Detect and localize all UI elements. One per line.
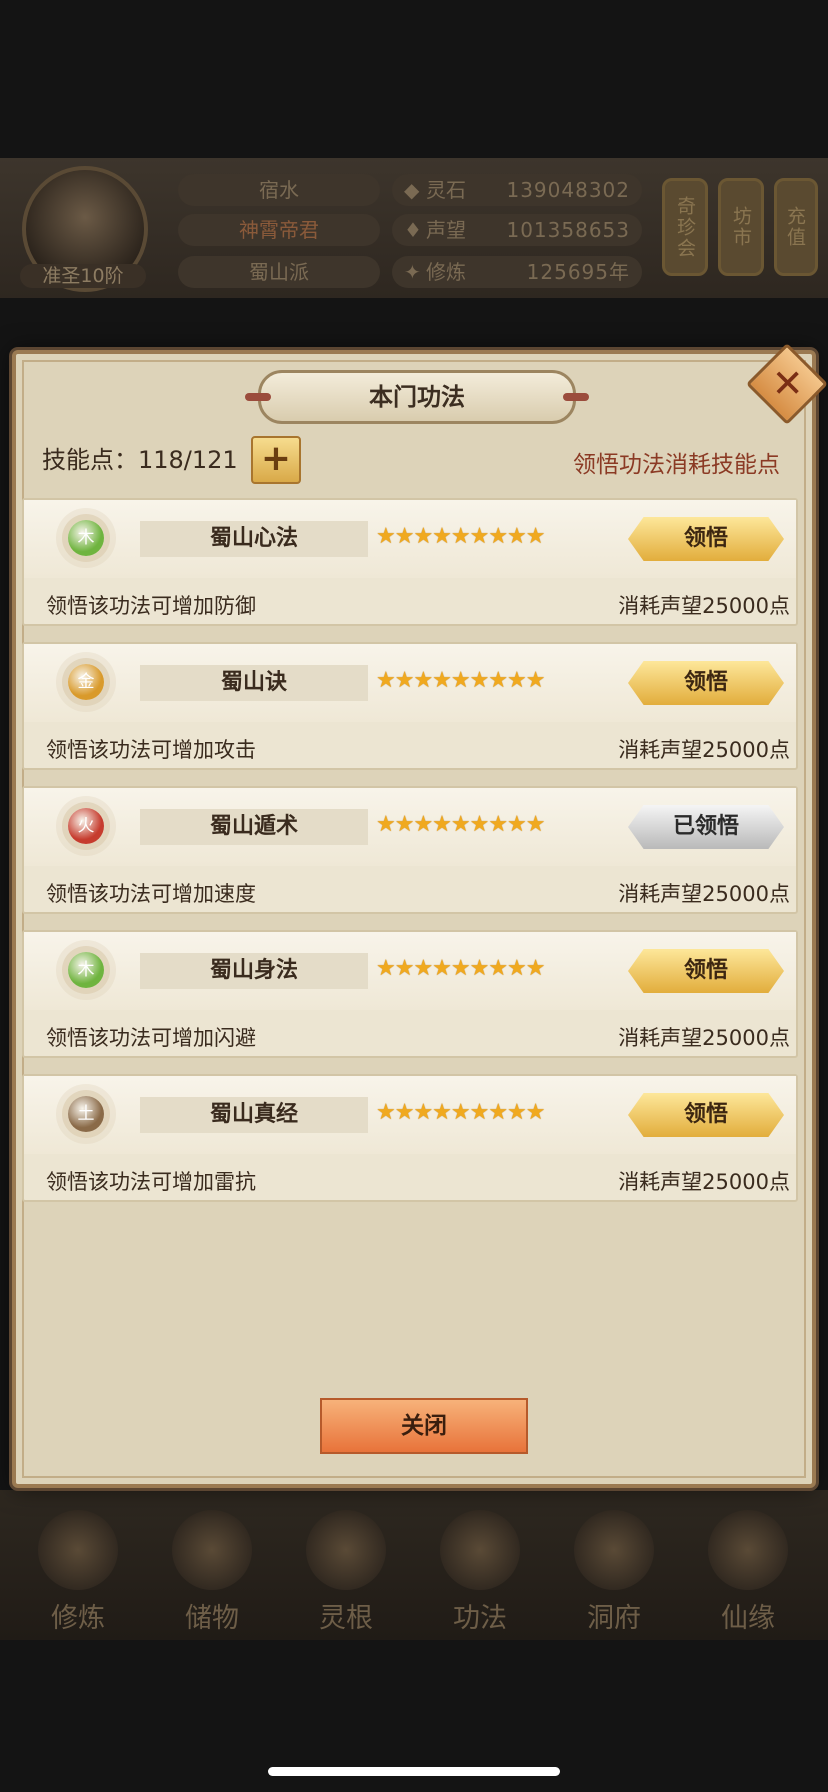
skill-description: 领悟该功法可增加雷抗 [46,1170,256,1194]
skill-description: 领悟该功法可增加攻击 [46,738,256,762]
reputation-icon: ♦ [404,218,422,242]
skill-cost: 消耗声望25000点 [618,738,790,762]
skill-cost: 消耗声望25000点 [618,1026,790,1050]
star-rating: ★★★★★★★★★ [376,524,546,549]
skill-points: 技能点：118/121 [42,446,238,474]
player-sect: 蜀山派 [178,256,380,288]
cultivate-icon [38,1510,118,1590]
player-title: 神霄帝君 [178,214,380,246]
element-earth-icon: 土 [68,1096,104,1132]
learn-button[interactable]: 领悟 [628,661,784,705]
player-rank: 准圣10阶 [20,264,146,288]
nav-fate[interactable]: 仙缘 [698,1510,798,1634]
skill-name: 蜀山心法 [140,521,368,557]
stat-cultivation: ✦ 修炼 125695年 [392,256,642,288]
storage-icon [172,1510,252,1590]
skill-card: 火 蜀山遁术 ★★★★★★★★★ 已领悟 领悟该功法可增加速度 消耗声望2500… [22,786,798,914]
close-icon: ✕ [771,361,804,406]
star-rating: ★★★★★★★★★ [376,956,546,981]
stat-reputation: ♦ 声望 101358653 [392,214,642,246]
skill-card: 木 蜀山身法 ★★★★★★★★★ 领悟 领悟该功法可增加闪避 消耗声望25000… [22,930,798,1058]
skill-name: 蜀山真经 [140,1097,368,1133]
stat-spirit-stone: ◆ 灵石 139048302 [392,174,642,206]
market-button[interactable]: 坊市 [718,178,764,276]
player-name: 宿水 [178,174,380,206]
spirit-root-icon [306,1510,386,1590]
add-skill-points-button[interactable]: + [251,436,301,484]
skill-description: 领悟该功法可增加速度 [46,882,256,906]
skill-description: 领悟该功法可增加防御 [46,594,256,618]
cave-icon [574,1510,654,1590]
treasure-fair-button[interactable]: 奇珍会 [662,178,708,276]
element-metal-icon: 金 [68,664,104,700]
element-wood-icon: 木 [68,952,104,988]
close-button[interactable]: 关闭 [320,1398,528,1454]
nav-skills[interactable]: 功法 [430,1510,530,1634]
learn-button[interactable]: 领悟 [628,517,784,561]
nav-spirit-root[interactable]: 灵根 [296,1510,396,1634]
star-rating: ★★★★★★★★★ [376,1100,546,1125]
spirit-stone-icon: ◆ [404,178,420,202]
learned-button[interactable]: 已领悟 [628,805,784,849]
learn-button[interactable]: 领悟 [628,1093,784,1137]
skill-description: 领悟该功法可增加闪避 [46,1026,256,1050]
skill-name: 蜀山遁术 [140,809,368,845]
element-wood-icon: 木 [68,520,104,556]
skill-card: 木 蜀山心法 ★★★★★★★★★ 领悟 领悟该功法可增加防御 消耗声望25000… [22,498,798,626]
recharge-button[interactable]: 充值 [774,178,818,276]
star-rating: ★★★★★★★★★ [376,812,546,837]
home-indicator[interactable] [268,1767,560,1776]
fate-icon [708,1510,788,1590]
skill-name: 蜀山诀 [140,665,368,701]
cultivation-icon: ✦ [404,260,421,284]
modal-title: 本门功法 [245,370,589,424]
skill-cost: 消耗声望25000点 [618,594,790,618]
nav-cave[interactable]: 洞府 [564,1510,664,1634]
star-rating: ★★★★★★★★★ [376,668,546,693]
nav-storage[interactable]: 储物 [162,1510,262,1634]
learn-button[interactable]: 领悟 [628,949,784,993]
skill-name: 蜀山身法 [140,953,368,989]
element-fire-icon: 火 [68,808,104,844]
skills-book-icon [440,1510,520,1590]
skill-card: 金 蜀山诀 ★★★★★★★★★ 领悟 领悟该功法可增加攻击 消耗声望25000点 [22,642,798,770]
skill-card: 土 蜀山真经 ★★★★★★★★★ 领悟 领悟该功法可增加雷抗 消耗声望25000… [22,1074,798,1202]
skill-cost: 消耗声望25000点 [618,1170,790,1194]
skill-points-hint: 领悟功法消耗技能点 [573,452,780,478]
nav-cultivate[interactable]: 修炼 [28,1510,128,1634]
skill-cost: 消耗声望25000点 [618,882,790,906]
